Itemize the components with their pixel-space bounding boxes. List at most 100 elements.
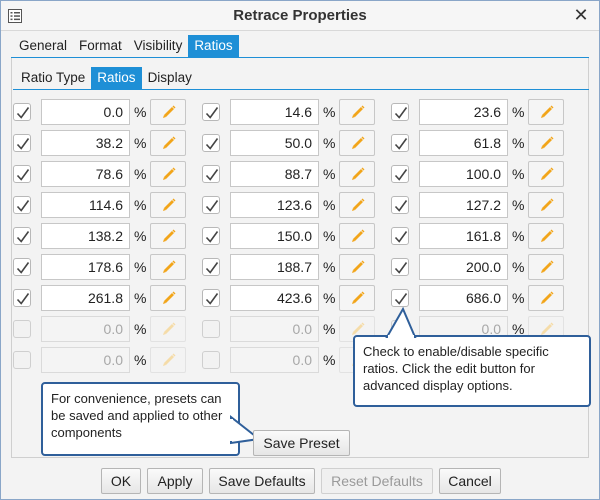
ratio-value-field[interactable]: 114.6 [41, 192, 130, 218]
save-defaults-button[interactable]: Save Defaults [209, 468, 315, 494]
edit-ratio-button[interactable] [150, 223, 186, 249]
pencil-icon [541, 229, 554, 242]
edit-ratio-button[interactable] [150, 254, 186, 280]
pencil-icon [352, 167, 365, 180]
edit-ratio-button[interactable] [528, 192, 564, 218]
ratio-value-field[interactable]: 127.2 [419, 192, 508, 218]
ratio-value-field[interactable]: 138.2 [41, 223, 130, 249]
ratio-checkbox[interactable] [202, 289, 220, 307]
ratio-checkbox[interactable] [13, 134, 31, 152]
ratio-cell: 14.6% [202, 98, 378, 126]
ratio-checkbox[interactable] [202, 196, 220, 214]
ratio-value-field[interactable]: 200.0 [419, 254, 508, 280]
ratio-value-field[interactable]: 38.2 [41, 130, 130, 156]
edit-ratio-button[interactable] [150, 130, 186, 156]
edit-ratio-button[interactable] [528, 254, 564, 280]
ratio-checkbox[interactable] [13, 165, 31, 183]
ratio-value-field[interactable]: 50.0 [230, 130, 319, 156]
ratio-value-field[interactable]: 178.6 [41, 254, 130, 280]
pencil-icon [541, 291, 554, 304]
edit-ratio-button [150, 316, 186, 342]
ratio-value-field[interactable]: 686.0 [419, 285, 508, 311]
edit-ratio-button[interactable] [339, 254, 375, 280]
ratio-checkbox[interactable] [202, 165, 220, 183]
ratio-checkbox[interactable] [202, 134, 220, 152]
percent-label: % [134, 352, 147, 368]
edit-ratio-button[interactable] [150, 161, 186, 187]
ok-button[interactable]: OK [101, 468, 141, 494]
tab-ratio-type[interactable]: Ratio Type [15, 67, 91, 89]
ratio-value-field[interactable]: 161.8 [419, 223, 508, 249]
ratio-checkbox[interactable] [13, 289, 31, 307]
ratio-checkbox[interactable] [391, 165, 409, 183]
checkmark-icon [205, 107, 219, 119]
ratio-checkbox[interactable] [13, 103, 31, 121]
edit-ratio-button[interactable] [528, 223, 564, 249]
ratio-checkbox[interactable] [202, 320, 220, 338]
ratio-value-field[interactable]: 150.0 [230, 223, 319, 249]
ratio-checkbox[interactable] [202, 258, 220, 276]
ratio-cell: 0.0% [202, 346, 378, 374]
ratio-value-field[interactable]: 88.7 [230, 161, 319, 187]
edit-ratio-button[interactable] [528, 130, 564, 156]
ratio-value-field[interactable]: 23.6 [419, 99, 508, 125]
ratio-value-field[interactable]: 261.8 [41, 285, 130, 311]
percent-label: % [134, 290, 147, 306]
ratio-cell: 188.7% [202, 253, 378, 281]
ratio-checkbox[interactable] [13, 258, 31, 276]
percent-label: % [134, 135, 147, 151]
ratio-value-field[interactable]: 0.0 [41, 99, 130, 125]
tab-general[interactable]: General [13, 35, 73, 57]
ratio-value-field[interactable]: 423.6 [230, 285, 319, 311]
tab-ratios[interactable]: Ratios [188, 35, 239, 57]
ratio-checkbox[interactable] [391, 134, 409, 152]
tab-display[interactable]: Display [142, 67, 198, 89]
ratio-value-field[interactable]: 123.6 [230, 192, 319, 218]
ratio-checkbox[interactable] [202, 227, 220, 245]
tab-visibility[interactable]: Visibility [128, 35, 189, 57]
edit-ratio-button[interactable] [339, 223, 375, 249]
apply-button[interactable]: Apply [147, 468, 203, 494]
pencil-icon [541, 136, 554, 149]
ratio-cell: 150.0% [202, 222, 378, 250]
ratio-value-field[interactable]: 14.6 [230, 99, 319, 125]
tab-format[interactable]: Format [73, 35, 128, 57]
ratio-checkbox[interactable] [391, 289, 409, 307]
ratio-checkbox[interactable] [13, 196, 31, 214]
edit-ratio-button[interactable] [339, 285, 375, 311]
cancel-button[interactable]: Cancel [439, 468, 501, 494]
save-preset-button[interactable]: Save Preset [253, 430, 350, 456]
edit-ratio-button[interactable] [150, 99, 186, 125]
ratio-checkbox[interactable] [13, 227, 31, 245]
ratio-checkbox[interactable] [13, 351, 31, 369]
ratio-value-field[interactable]: 100.0 [419, 161, 508, 187]
edit-ratio-button[interactable] [150, 192, 186, 218]
ratio-checkbox[interactable] [13, 320, 31, 338]
pencil-icon [163, 167, 176, 180]
close-icon[interactable]: ✕ [571, 5, 591, 25]
edit-ratio-button[interactable] [339, 99, 375, 125]
ratio-checkbox[interactable] [391, 227, 409, 245]
edit-ratio-button[interactable] [339, 130, 375, 156]
tab-ratios-sub[interactable]: Ratios [91, 67, 142, 89]
edit-ratio-button[interactable] [339, 161, 375, 187]
ratio-value-field[interactable]: 61.8 [419, 130, 508, 156]
ratio-checkbox[interactable] [391, 196, 409, 214]
sub-tab-underline [13, 89, 589, 90]
edit-ratio-button[interactable] [528, 285, 564, 311]
ratio-value-field[interactable]: 188.7 [230, 254, 319, 280]
ratio-cell: 0.0% [13, 98, 189, 126]
ratio-checkbox[interactable] [391, 103, 409, 121]
ratio-checkbox[interactable] [202, 351, 220, 369]
edit-ratio-button[interactable] [150, 285, 186, 311]
edit-ratio-button[interactable] [528, 99, 564, 125]
checkmark-icon [205, 231, 219, 243]
ratio-checkbox[interactable] [391, 258, 409, 276]
edit-ratio-button [150, 347, 186, 373]
edit-ratio-button[interactable] [528, 161, 564, 187]
edit-ratio-button[interactable] [339, 192, 375, 218]
ratio-value-field[interactable]: 78.6 [41, 161, 130, 187]
percent-label: % [512, 228, 525, 244]
ratio-cell: 38.2% [13, 129, 189, 157]
ratio-checkbox[interactable] [202, 103, 220, 121]
